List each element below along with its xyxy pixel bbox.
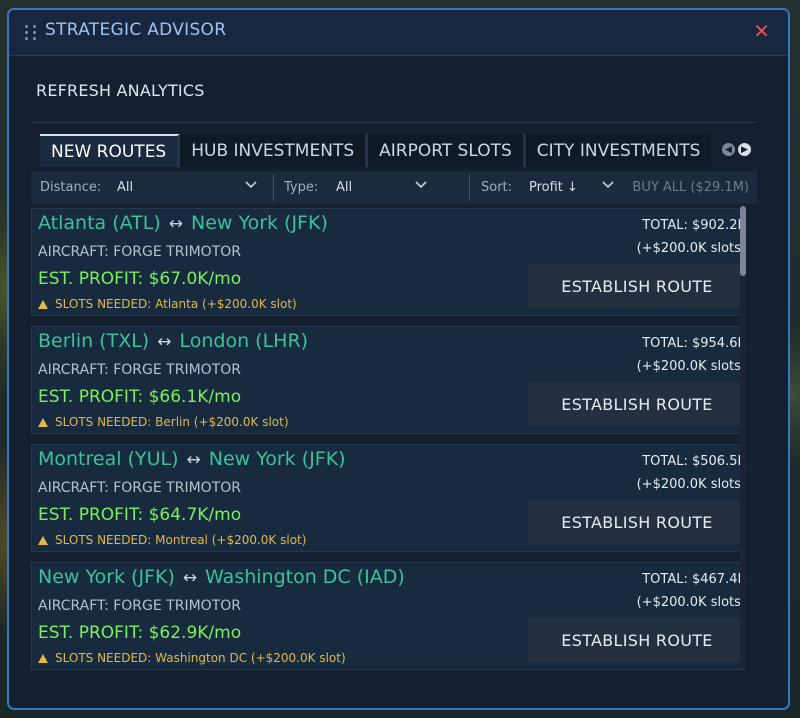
route-est-profit: EST. PROFIT: $62.9K/mo: [38, 623, 242, 643]
route-origin: Atlanta (ATL): [38, 212, 161, 234]
route-total-cost: TOTAL: $954.6K: [642, 336, 746, 351]
route-origin: Montreal (YUL): [38, 448, 179, 470]
route-slots-needed: SLOTS NEEDED: Montreal (+$200.0K slot): [38, 533, 306, 547]
route-est-profit: EST. PROFIT: $64.7K/mo: [38, 505, 242, 525]
route-destination: New York (JFK): [191, 212, 328, 234]
scrollbar-thumb[interactable]: [740, 206, 746, 276]
warning-icon: [38, 654, 48, 663]
route-title: Berlin (TXL) ↔ London (LHR): [38, 330, 308, 352]
bidirectional-arrow-icon: ↔: [157, 332, 172, 352]
tab-hub-investments[interactable]: HUB INVESTMENTS: [180, 134, 369, 167]
route-total-cost: TOTAL: $506.5K: [642, 454, 746, 469]
establish-route-button[interactable]: ESTABLISH ROUTE: [528, 264, 746, 308]
route-destination: Washington DC (IAD): [205, 566, 405, 588]
route-card: New York (JFK) ↔ Washington DC (IAD) AIRCR…: [31, 562, 746, 670]
tab-new-routes[interactable]: NEW ROUTES: [40, 134, 181, 167]
slots-needed-text: SLOTS NEEDED: Montreal (+$200.0K slot): [55, 533, 307, 547]
route-est-profit: EST. PROFIT: $66.1K/mo: [38, 387, 242, 407]
establish-route-button[interactable]: ESTABLISH ROUTE: [528, 618, 746, 662]
sort-chevron-down-icon[interactable]: [602, 179, 614, 191]
route-destination: New York (JFK): [208, 448, 346, 470]
slots-needed-text: SLOTS NEEDED: Washington DC (+$200.0K sl…: [55, 651, 346, 665]
tab-city-investments[interactable]: CITY INVESTMENTS: [525, 134, 712, 167]
route-slots-cost: (+$200.0K slots): [636, 241, 746, 256]
tab-scroll-left-icon[interactable]: ◀: [722, 143, 735, 156]
route-list: Atlanta (ATL) ↔ New York (JFK) AIRCRAFT: F…: [31, 208, 747, 676]
route-total-cost: TOTAL: $902.2K: [642, 218, 746, 233]
route-list-scrollbar[interactable]: [740, 206, 746, 668]
tab-bar: NEW ROUTES HUB INVESTMENTS AIRPORT SLOTS…: [40, 134, 712, 167]
route-slots-needed: SLOTS NEEDED: Berlin (+$200.0K slot): [38, 415, 289, 429]
strategic-advisor-window: STRATEGIC ADVISOR ✕ REFRESH ANALYTICS NE…: [7, 8, 790, 710]
warning-icon: [38, 536, 48, 545]
filter-divider: [273, 174, 274, 201]
route-slots-needed: SLOTS NEEDED: Washington DC (+$200.0K sl…: [38, 651, 346, 665]
distance-chevron-down-icon[interactable]: [245, 179, 257, 191]
type-chevron-down-icon[interactable]: [415, 179, 427, 191]
distance-label: Distance:: [40, 180, 102, 195]
establish-route-button[interactable]: ESTABLISH ROUTE: [528, 382, 746, 426]
route-card: Montreal (YUL) ↔ New York (JFK) AIRCRAFT: …: [31, 444, 746, 552]
route-aircraft: AIRCRAFT: FORGE TRIMOTOR: [38, 598, 241, 614]
route-title: Atlanta (ATL) ↔ New York (JFK): [38, 212, 328, 234]
route-slots-cost: (+$200.0K slots): [636, 595, 746, 610]
refresh-analytics-button[interactable]: REFRESH ANALYTICS: [36, 81, 205, 100]
sort-label: Sort:: [481, 180, 513, 195]
route-aircraft: AIRCRAFT: FORGE TRIMOTOR: [38, 244, 241, 260]
route-aircraft: AIRCRAFT: FORGE TRIMOTOR: [38, 362, 241, 378]
filter-bar: Distance: All Type: All Sort: Profit ↓ B…: [31, 171, 757, 204]
buy-all-button[interactable]: BUY ALL ($29.1M): [632, 180, 749, 195]
type-select[interactable]: All: [336, 180, 352, 195]
establish-route-button[interactable]: ESTABLISH ROUTE: [528, 500, 746, 544]
route-est-profit: EST. PROFIT: $67.0K/mo: [38, 269, 242, 289]
route-destination: London (LHR): [179, 330, 309, 352]
tab-scroll-right-icon[interactable]: ▶: [738, 143, 751, 156]
close-icon[interactable]: ✕: [753, 18, 770, 44]
tab-scroll-arrows: ◀ ▶: [722, 143, 751, 156]
route-aircraft: AIRCRAFT: FORGE TRIMOTOR: [38, 480, 241, 496]
window-titlebar[interactable]: STRATEGIC ADVISOR ✕: [9, 10, 788, 56]
warning-icon: [38, 418, 48, 427]
drag-handle-icon[interactable]: [25, 25, 37, 41]
route-slots-needed: SLOTS NEEDED: Atlanta (+$200.0K slot): [38, 297, 297, 311]
route-title: Montreal (YUL) ↔ New York (JFK): [38, 448, 346, 470]
route-slots-cost: (+$200.0K slots): [636, 359, 746, 374]
route-origin: New York (JFK): [38, 566, 175, 588]
filter-divider: [469, 174, 470, 201]
bidirectional-arrow-icon: ↔: [186, 450, 201, 470]
bidirectional-arrow-icon: ↔: [182, 568, 198, 588]
tab-airport-slots[interactable]: AIRPORT SLOTS: [368, 134, 526, 167]
warning-icon: [38, 300, 48, 309]
route-title: New York (JFK) ↔ Washington DC (IAD): [38, 566, 405, 588]
window-title: STRATEGIC ADVISOR: [45, 20, 227, 40]
route-origin: Berlin (TXL): [38, 330, 150, 352]
type-label: Type:: [284, 180, 319, 195]
slots-needed-text: SLOTS NEEDED: Berlin (+$200.0K slot): [55, 415, 289, 429]
route-total-cost: TOTAL: $467.4K: [642, 572, 746, 587]
divider: [31, 122, 757, 123]
slots-needed-text: SLOTS NEEDED: Atlanta (+$200.0K slot): [55, 297, 297, 311]
route-slots-cost: (+$200.0K slots): [636, 477, 746, 492]
route-card: Berlin (TXL) ↔ London (LHR) AIRCRAFT: FORG…: [31, 326, 746, 434]
bidirectional-arrow-icon: ↔: [168, 214, 183, 234]
route-card: Atlanta (ATL) ↔ New York (JFK) AIRCRAFT: F…: [31, 208, 746, 316]
distance-select[interactable]: All: [117, 180, 133, 195]
sort-select[interactable]: Profit ↓: [529, 180, 578, 195]
